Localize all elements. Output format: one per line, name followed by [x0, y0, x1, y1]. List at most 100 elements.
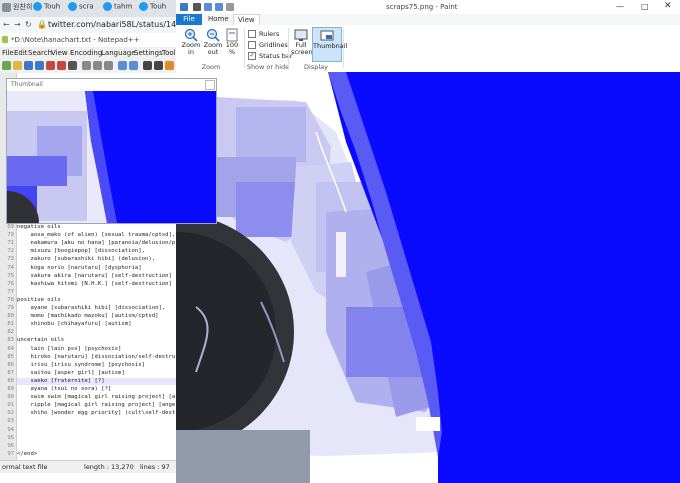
editor-line[interactable]: saitou [asper girl] [autism] — [17, 370, 177, 377]
minimize-icon[interactable]: — — [616, 2, 624, 11]
thumbnail-label: Thumbnail — [313, 42, 348, 50]
redo-icon[interactable] — [215, 3, 223, 11]
browser-tab[interactable]: Touh — [33, 2, 63, 15]
close-all-icon[interactable] — [57, 61, 66, 70]
editor-line[interactable]: hiroko [narutaru] [dissociation/self-des… — [17, 354, 177, 361]
line-number: 70 — [7, 232, 14, 239]
browser-tab[interactable]: scra — [68, 2, 98, 15]
open-file-icon[interactable] — [13, 61, 22, 70]
replace-icon[interactable] — [154, 61, 163, 70]
browser-tab[interactable]: tahm — [103, 2, 133, 15]
undo-icon[interactable] — [204, 3, 212, 11]
close-icon[interactable] — [205, 80, 215, 90]
editor-line[interactable]: kashiwa hitomi [N.H.K.] [self-destructio… — [17, 281, 177, 288]
line-number: 85 — [7, 353, 14, 360]
forward-icon[interactable]: → — [14, 20, 21, 29]
editor-line[interactable]: ayana (tsui no sora) [?] — [17, 386, 177, 393]
customize-quick-access-icon[interactable] — [226, 3, 234, 11]
paint-canvas[interactable] — [176, 72, 680, 483]
notepad-status-bar: ormal text file length : 13,270 lines : … — [0, 460, 176, 473]
cut-icon[interactable] — [82, 61, 91, 70]
editor-line[interactable]: zakuro [subarashiki hibi] (delusion), — [17, 256, 177, 263]
menu-settings[interactable]: Settings — [134, 49, 163, 57]
rulers-checkbox[interactable]: Rulers — [248, 30, 279, 38]
save-icon[interactable] — [24, 61, 33, 70]
editor-line[interactable]: momo [machikado mazoku] [autism/cptsd] — [17, 313, 177, 320]
line-number: 77 — [7, 288, 14, 295]
editor-line[interactable]: nakamura [aku no hana] [paranoia/delusio… — [17, 240, 177, 247]
menu-view[interactable]: View — [51, 49, 68, 57]
line-number: 92 — [7, 410, 14, 417]
thumbnail-button[interactable]: Thumbnail — [312, 27, 348, 62]
zoom-100-label: 100 % — [225, 41, 239, 56]
editor-line[interactable]: saeko [fraternite] [?] — [17, 377, 177, 385]
paste-icon[interactable] — [104, 61, 113, 70]
editor-line[interactable]: uncertain oils — [17, 337, 177, 344]
line-number: 93 — [7, 418, 14, 425]
editor-line[interactable]: lain [lain pss] [psychosis] — [17, 346, 177, 353]
save-icon[interactable] — [193, 3, 201, 11]
tab-label: scra — [79, 2, 94, 11]
copy-icon[interactable] — [93, 61, 102, 70]
reload-icon[interactable]: ↻ — [25, 20, 32, 29]
editor-line[interactable] — [17, 443, 177, 450]
editor-line[interactable] — [17, 435, 177, 442]
line-number: 69 — [7, 224, 14, 230]
redo-icon[interactable] — [129, 61, 138, 70]
file-tab[interactable]: File — [176, 14, 202, 25]
menu-language[interactable]: Language — [101, 49, 136, 57]
menu-file[interactable]: File — [2, 49, 14, 57]
editor-line[interactable] — [17, 418, 177, 425]
editor-line[interactable]: aosa_mako (of alien) [sexual trauma/cpts… — [17, 232, 177, 239]
thumbnail-title-bar: Thumbnail — [7, 79, 216, 91]
status-lines: lines : 97 — [140, 463, 170, 471]
editor-line[interactable]: shinobu [chihayafuru] [autism] — [17, 321, 177, 328]
menu-edit[interactable]: Edit — [14, 49, 28, 57]
gridlines-checkbox[interactable]: Gridlines — [248, 41, 288, 49]
editor-line[interactable] — [17, 329, 177, 336]
editor-line[interactable]: misuzu [boogiepop] [dissociation], — [17, 248, 177, 255]
rulers-label: Rulers — [259, 30, 280, 38]
zoom-in-button[interactable]: Zoom in — [180, 28, 202, 56]
close-icon[interactable] — [46, 61, 55, 70]
editor-line[interactable]: negative oils — [17, 224, 177, 231]
line-number: 87 — [7, 369, 14, 376]
zoom-100-button[interactable]: 100 % — [223, 28, 241, 56]
back-icon[interactable]: ← — [3, 20, 10, 29]
find-icon[interactable] — [143, 61, 152, 70]
editor-line[interactable] — [17, 289, 177, 296]
line-number: 72 — [7, 248, 14, 255]
maximize-icon[interactable]: □ — [641, 2, 649, 11]
editor-line[interactable]: </end> — [17, 451, 177, 458]
status-bar-checkbox[interactable]: ✓ Status bar — [248, 52, 293, 60]
twitter-tab-icon — [139, 2, 148, 11]
editor-line[interactable]: ripple [magical girl raising project] [a… — [17, 402, 177, 409]
editor-line[interactable] — [17, 427, 177, 434]
full-screen-button[interactable]: Full screen — [290, 28, 313, 56]
editor-line[interactable]: ayane [subarashiki hibi] [dissociation], — [17, 305, 177, 312]
tab-label: Touh — [44, 2, 61, 11]
editor-line[interactable]: swim swim [magical girl raising project]… — [17, 394, 177, 401]
url-text[interactable]: twitter.com/nabari58L/status/14558 — [48, 20, 192, 29]
print-icon[interactable] — [68, 61, 77, 70]
editor-line[interactable]: irisu [irisu syndrome] [psychosis] — [17, 362, 177, 369]
undo-icon[interactable] — [118, 61, 127, 70]
full-screen-label: Full screen — [291, 41, 313, 56]
ribbon-separator — [343, 28, 344, 68]
paint-title-bar: scraps75.png - Paint — □ ✕ — [176, 0, 680, 15]
zoom-icon[interactable] — [165, 61, 174, 70]
zoom-out-button[interactable]: Zoom out — [202, 28, 224, 56]
menu-encoding[interactable]: Encoding — [70, 49, 102, 57]
browser-tab[interactable]: Touh — [139, 2, 175, 15]
browser-tab[interactable]: 원찬히 — [2, 2, 32, 15]
thumbnail-window[interactable]: Thumbnail — [6, 78, 217, 224]
editor-line[interactable]: sakura akira [narutaru] [self-destructio… — [17, 273, 177, 280]
save-all-icon[interactable] — [35, 61, 44, 70]
tab-home[interactable]: Home — [204, 14, 233, 25]
editor-line[interactable]: koga norio [narutaru] [dysphoria] — [17, 265, 177, 272]
editor-line[interactable]: positive oils — [17, 297, 177, 304]
close-icon[interactable]: ✕ — [664, 1, 672, 11]
menu-search[interactable]: Search — [28, 49, 52, 57]
new-file-icon[interactable] — [2, 61, 11, 70]
editor-line[interactable]: shiho [wonder egg priority] (cult\self-d… — [17, 410, 177, 417]
